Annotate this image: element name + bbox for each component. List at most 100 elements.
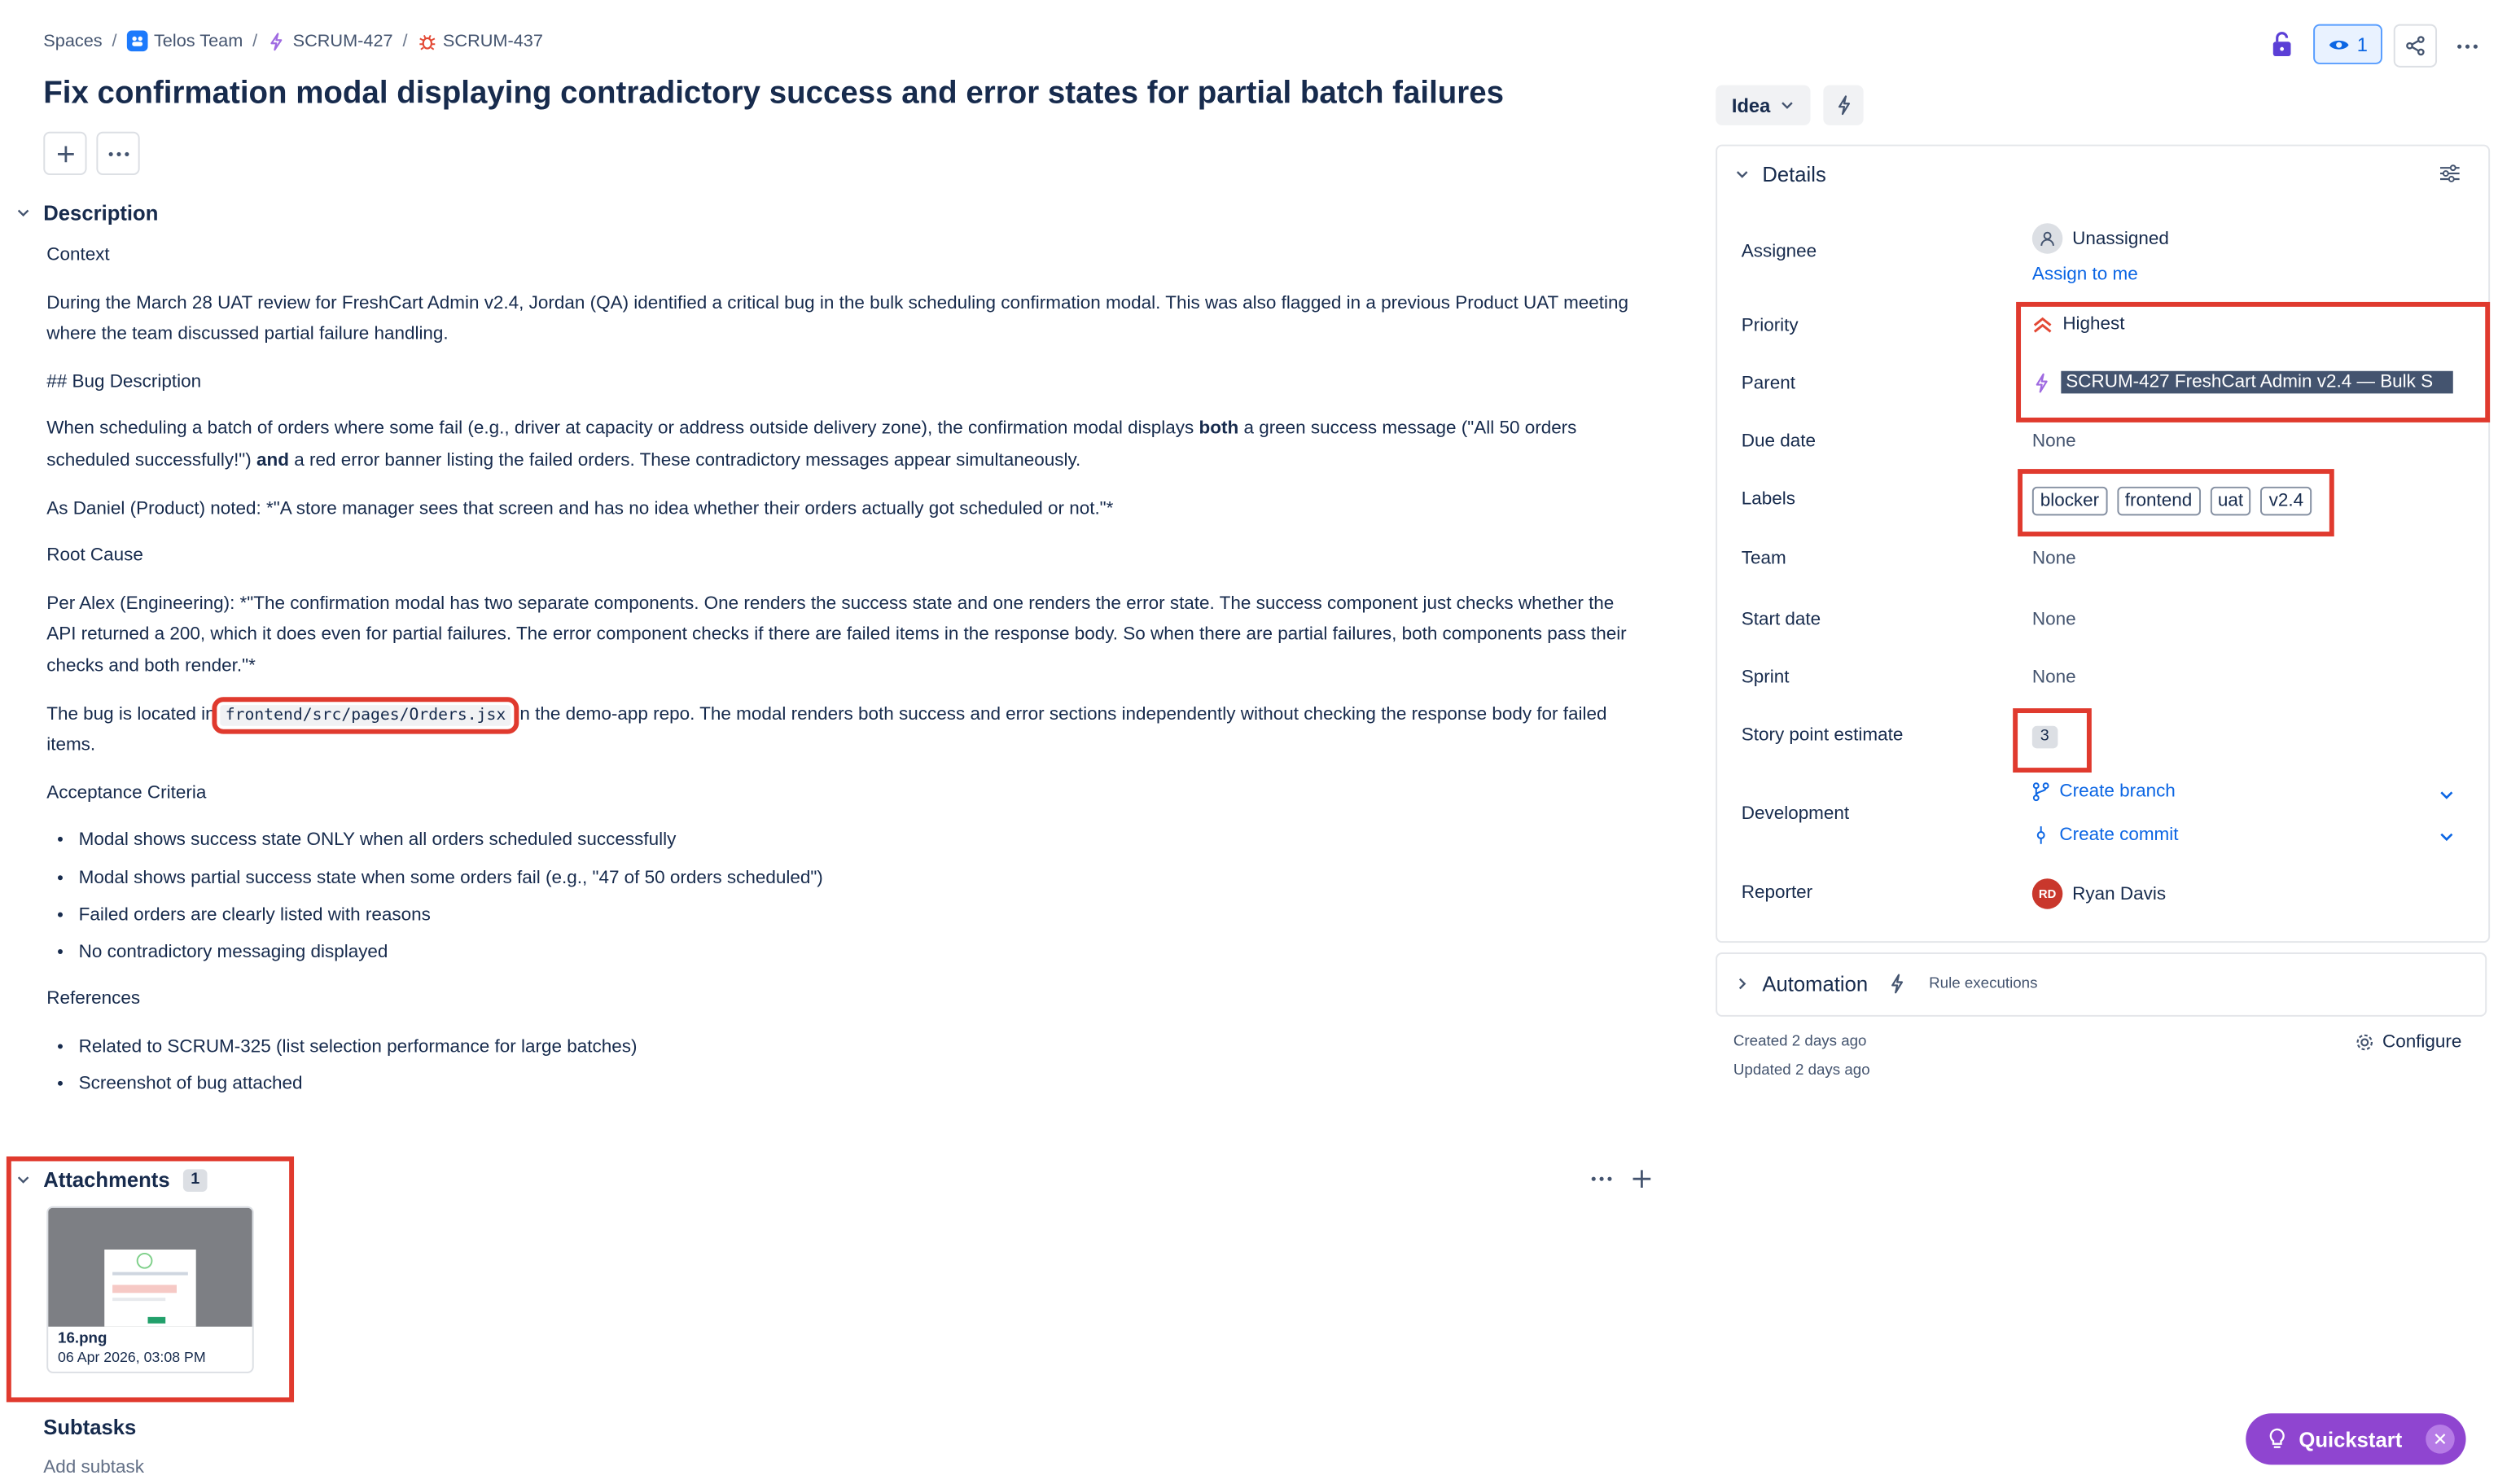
- attachment-date: 06 Apr 2026, 03:08 PM: [58, 1349, 206, 1366]
- labels-label: Labels: [1741, 489, 1795, 510]
- sprint-label: Sprint: [1741, 668, 1790, 688]
- unlock-icon[interactable]: [2270, 30, 2294, 58]
- parent-value[interactable]: SCRUM-427 FreshCart Admin v2.4 — Bulk S: [2032, 370, 2453, 394]
- bug-heading: ## Bug Description: [46, 372, 202, 392]
- breadcrumb-team[interactable]: Telos Team: [126, 30, 243, 52]
- label-tag[interactable]: v2.4: [2260, 486, 2312, 516]
- breadcrumb-team-label: Telos Team: [153, 31, 243, 51]
- priority-label: Priority: [1741, 316, 1799, 336]
- assignee-value[interactable]: Unassigned: [2031, 223, 2169, 254]
- gear-icon: [2356, 1034, 2373, 1051]
- breadcrumb-parent[interactable]: SCRUM-427: [267, 31, 393, 50]
- assign-to-me-link[interactable]: Assign to me: [2032, 265, 2138, 285]
- references-heading: References: [46, 990, 141, 1009]
- issue-title[interactable]: Fix confirmation modal displaying contra…: [43, 76, 1504, 112]
- configure-fields-icon[interactable]: [2439, 162, 2461, 185]
- label-tag[interactable]: blocker: [2031, 486, 2108, 516]
- avatar-placeholder-icon: [2031, 223, 2063, 254]
- list-item: Screenshot of bug attached: [79, 1070, 1637, 1102]
- context-heading: Context: [46, 245, 110, 265]
- chevron-down-icon[interactable]: [2439, 787, 2455, 803]
- development-label: Development: [1741, 804, 1850, 825]
- epic-lightning-icon: [270, 32, 283, 50]
- list-item: Modal shows partial success state when s…: [79, 863, 1637, 895]
- due-date-value[interactable]: None: [2032, 432, 2076, 452]
- issue-page: Spaces / Telos Team / SCRUM-427 / SCRUM-…: [0, 0, 2498, 1484]
- list-item: Failed orders are clearly listed with re…: [79, 900, 1637, 932]
- breadcrumb-issue-label: SCRUM-437: [442, 31, 543, 51]
- more-icon: [2456, 43, 2477, 48]
- add-subtask-link[interactable]: Add subtask: [43, 1458, 144, 1477]
- plus-icon: [57, 145, 73, 162]
- close-icon[interactable]: ✕: [2426, 1425, 2455, 1454]
- title-more-button[interactable]: [96, 131, 140, 176]
- create-commit-link[interactable]: Create commit: [2032, 825, 2179, 845]
- reporter-value[interactable]: RD Ryan Davis: [2031, 878, 2166, 909]
- automation-header[interactable]: Automation Rule executions: [1735, 972, 2038, 996]
- description-body[interactable]: Context During the March 28 UAT review f…: [46, 241, 1637, 1118]
- start-date-value[interactable]: None: [2032, 611, 2076, 630]
- sprint-value[interactable]: None: [2032, 668, 2076, 688]
- quickstart-button[interactable]: Quickstart ✕: [2246, 1413, 2466, 1465]
- attachments-more-button[interactable]: [1590, 1167, 1613, 1197]
- due-date-label: Due date: [1741, 431, 1816, 452]
- create-branch-link[interactable]: Create branch: [2032, 782, 2176, 802]
- bug-icon: [419, 34, 435, 50]
- eye-icon: [2329, 39, 2349, 49]
- priority-value[interactable]: Highest: [2032, 315, 2125, 334]
- subtasks-heading: Subtasks: [43, 1415, 137, 1439]
- list-item: No contradictory messaging displayed: [79, 938, 1637, 970]
- attachment-card[interactable]: 16.png 06 Apr 2026, 03:08 PM: [46, 1206, 254, 1373]
- context-text: During the March 28 UAT review for Fresh…: [46, 293, 1629, 344]
- label-tag[interactable]: frontend: [2116, 486, 2201, 516]
- watch-count: 1: [2356, 33, 2368, 56]
- details-header[interactable]: Details: [1735, 162, 1826, 186]
- parent-label: Parent: [1741, 374, 1795, 394]
- story-point-badge: 3: [2031, 725, 2058, 749]
- description-heading: Description: [43, 200, 159, 225]
- chevron-right-icon: [1738, 978, 1746, 990]
- label-tag[interactable]: uat: [2209, 486, 2251, 516]
- attachments-header[interactable]: Attachments 1: [16, 1167, 208, 1192]
- attachment-filename: 16.png: [58, 1329, 107, 1348]
- watch-button[interactable]: 1: [2313, 24, 2382, 64]
- more-actions-button[interactable]: [2444, 24, 2489, 68]
- labels-value[interactable]: blocker frontend uat v2.4: [2031, 486, 2312, 516]
- plus-icon: [1632, 1170, 1651, 1189]
- root-cause-heading: Root Cause: [46, 546, 143, 566]
- configure-button[interactable]: Configure: [2355, 1033, 2461, 1052]
- breadcrumb-parent-label: SCRUM-427: [292, 31, 393, 51]
- status-dropdown[interactable]: Idea: [1716, 85, 1811, 125]
- breadcrumb-spaces[interactable]: Spaces: [43, 31, 102, 50]
- attachments-count: 1: [182, 1168, 208, 1191]
- chevron-down-icon: [1736, 171, 1748, 178]
- acceptance-heading: Acceptance Criteria: [46, 783, 207, 803]
- quickstart-label: Quickstart: [2299, 1427, 2403, 1451]
- add-button[interactable]: [43, 131, 87, 176]
- reporter-label: Reporter: [1741, 883, 1813, 903]
- bug-location: The bug is located in frontend/src/pages…: [46, 696, 1607, 755]
- chevron-down-icon: [1781, 102, 1793, 109]
- lightning-icon: [1838, 95, 1850, 116]
- attachments-add-button[interactable]: [1631, 1167, 1654, 1197]
- story-point-value[interactable]: 3: [2031, 725, 2058, 749]
- story-point-label: Story point estimate: [1741, 725, 1904, 746]
- breadcrumb-issue[interactable]: SCRUM-437: [417, 31, 543, 50]
- share-button[interactable]: [2393, 24, 2438, 68]
- chevron-down-icon: [17, 209, 29, 217]
- start-date-label: Start date: [1741, 610, 1821, 630]
- avatar: RD: [2031, 878, 2063, 909]
- team-value[interactable]: None: [2032, 549, 2076, 569]
- bug-description: When scheduling a batch of orders where …: [46, 419, 1577, 471]
- epic-lightning-icon: [2036, 372, 2048, 392]
- lightbulb-icon: [2269, 1428, 2285, 1448]
- status-label: Idea: [1731, 94, 1771, 117]
- attachment-thumbnail: [48, 1207, 252, 1327]
- automation-actions-button[interactable]: [1823, 85, 1864, 125]
- code-file-path: frontend/src/pages/Orders.jsx: [213, 696, 519, 733]
- more-icon: [1591, 1176, 1612, 1181]
- chevron-down-icon[interactable]: [2439, 829, 2455, 845]
- details-heading: Details: [1762, 162, 1826, 186]
- description-header[interactable]: Description: [16, 200, 159, 225]
- share-icon: [2406, 36, 2425, 56]
